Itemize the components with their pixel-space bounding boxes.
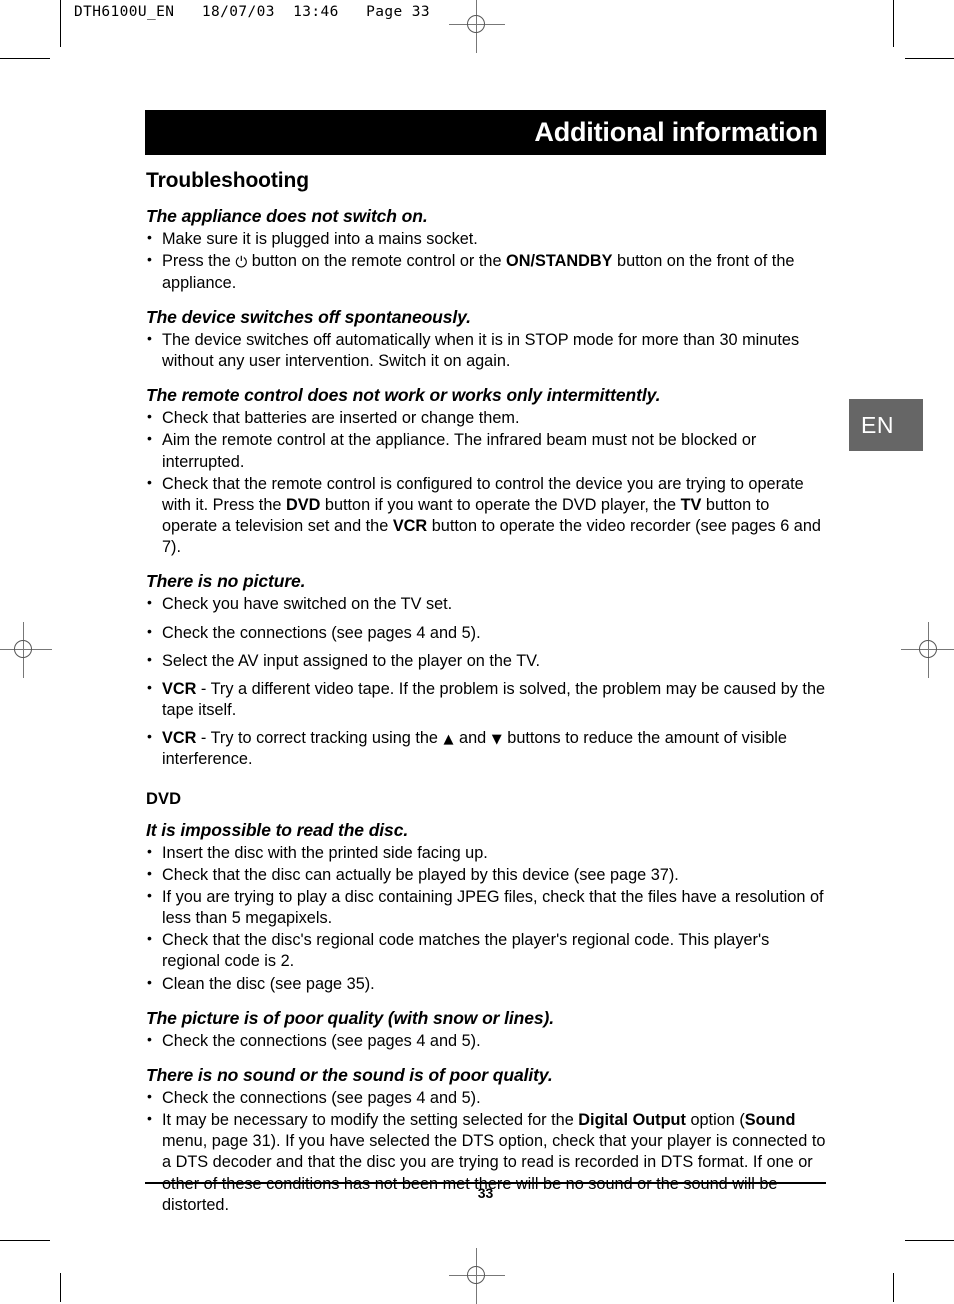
fault-item-list: The device switches off automatically wh… — [145, 329, 826, 372]
fault-item-list: Check the connections (see pages 4 and 5… — [145, 1030, 826, 1052]
page-title: Troubleshooting — [146, 169, 309, 192]
fault-item-list: Insert the disc with the printed side fa… — [145, 842, 826, 995]
fault-heading: The picture is of poor quality (with sno… — [146, 1007, 555, 1028]
crop-mark-bottom-right-horizontal — [905, 1240, 954, 1241]
list-item: VCR - Try a different video tape. If the… — [145, 678, 826, 721]
registration-mark-top-icon — [449, 0, 505, 53]
crop-mark-bottom-left-horizontal — [0, 1240, 50, 1241]
language-tab-label: EN — [861, 411, 894, 438]
fault-item-list: Check that batteries are inserted or cha… — [145, 407, 826, 559]
power-standby-icon: ⏻ — [235, 253, 248, 272]
list-item: Press the ⏻ button on the remote control… — [145, 250, 826, 294]
list-item: Insert the disc with the printed side fa… — [145, 842, 826, 864]
footer-divider — [145, 1182, 826, 1184]
list-item: Check the connections (see pages 4 and 5… — [145, 1030, 826, 1052]
fault-heading: The appliance does not switch on. — [146, 206, 428, 226]
fault-item-list: Check you have switched on the TV set. C… — [145, 593, 826, 770]
chapter-title: Additional information — [534, 117, 818, 147]
list-item: Make sure it is plugged into a mains soc… — [145, 228, 826, 250]
fault-heading: There is no sound or the sound is of poo… — [146, 1064, 553, 1085]
page-content: Additional information Troubleshooting T… — [145, 110, 826, 1217]
list-item: VCR - Try to correct tracking using the … — [145, 727, 826, 770]
list-item: Check that batteries are inserted or cha… — [145, 407, 826, 429]
page-footer: 33 — [145, 1182, 826, 1201]
language-tab-en: EN — [849, 399, 923, 451]
registration-mark-right-icon — [901, 622, 954, 678]
list-item: If you are trying to play a disc contain… — [145, 886, 826, 929]
list-item: Clean the disc (see page 35). — [145, 973, 826, 995]
list-item: Check that the disc's regional code matc… — [145, 929, 826, 972]
list-item: Check that the remote control is configu… — [145, 473, 826, 559]
crop-mark-top-right-vertical — [893, 0, 894, 47]
fault-item-list: Make sure it is plugged into a mains soc… — [145, 228, 826, 294]
registration-mark-left-icon — [0, 622, 52, 678]
list-item: Check you have switched on the TV set. — [145, 593, 826, 615]
list-item: Select the AV input assigned to the play… — [145, 650, 826, 672]
arrow-down-icon: ▼ — [491, 732, 502, 748]
fault-heading: It is impossible to read the disc. — [146, 819, 409, 840]
list-item: Check that the disc can actually be play… — [145, 864, 826, 886]
crop-mark-top-left-vertical — [60, 0, 61, 47]
crop-mark-bottom-right-vertical — [893, 1273, 894, 1302]
arrow-up-icon: ▲ — [443, 732, 454, 748]
list-item: The device switches off automatically wh… — [145, 329, 826, 372]
list-item: Check the connections (see pages 4 and 5… — [145, 622, 826, 644]
print-file-header: DTH6100U_EN 18/07/03 13:46 Page 33 — [74, 4, 431, 20]
fault-heading: There is no picture. — [146, 571, 306, 592]
list-item: Aim the remote control at the appliance.… — [145, 429, 826, 472]
fault-heading: The remote control does not work or work… — [146, 385, 661, 406]
crop-mark-top-left-horizontal — [0, 58, 50, 59]
registration-mark-bottom-icon — [449, 1248, 505, 1304]
fault-heading: The device switches off spontaneously. — [146, 306, 471, 327]
list-item: Check the connections (see pages 4 and 5… — [145, 1087, 826, 1109]
crop-mark-top-right-horizontal — [905, 58, 954, 59]
crop-mark-bottom-left-vertical — [60, 1273, 61, 1302]
chapter-banner: Additional information — [145, 110, 826, 155]
subsection-heading-dvd: DVD — [146, 789, 182, 808]
page-number: 33 — [477, 1185, 494, 1201]
